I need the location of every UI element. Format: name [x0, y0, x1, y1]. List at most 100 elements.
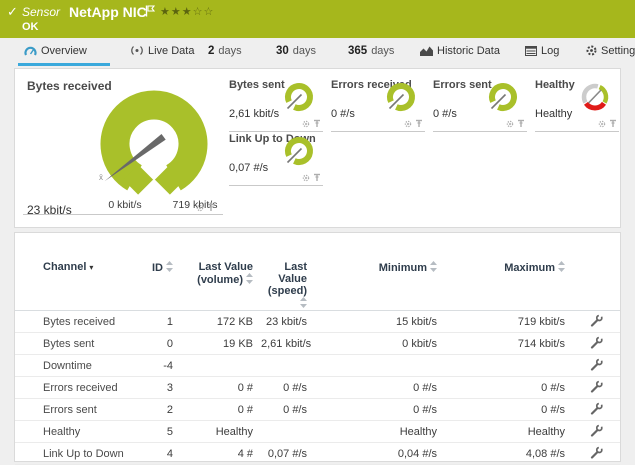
channel-settings-button[interactable] — [573, 443, 620, 465]
gauge-scale-min: 0 kbit/s — [95, 199, 155, 211]
gear-icon[interactable] — [404, 120, 412, 128]
gauge-tile-actions[interactable] — [302, 119, 321, 128]
gauge-value: 0 #/s — [331, 108, 355, 120]
cell-channel: Bytes received — [15, 311, 151, 333]
cell-min: 0,04 #/s — [315, 443, 445, 465]
priority-stars[interactable]: ★★★☆☆ — [160, 5, 214, 18]
channel-settings-icon[interactable] — [590, 380, 603, 393]
flag-icon[interactable] — [145, 4, 155, 22]
tab-live-data[interactable]: Live Data — [130, 38, 194, 63]
channel-settings-button[interactable] — [573, 355, 620, 377]
tab-overview[interactable]: Overview — [18, 38, 110, 66]
channel-settings-button[interactable] — [573, 311, 620, 333]
column-header-channel[interactable]: Channel▾ — [15, 233, 151, 311]
channel-settings-icon[interactable] — [590, 358, 603, 371]
pin-icon[interactable] — [207, 203, 215, 212]
cell-channel: Errors received — [15, 377, 151, 399]
cell-channel: Downtime — [15, 355, 151, 377]
sensor-header: ✓ Sensor NetApp NIC ★★★☆☆ OK — [0, 0, 635, 38]
gauge-tile-actions[interactable] — [598, 119, 617, 128]
pin-icon[interactable] — [313, 119, 321, 128]
pin-icon[interactable] — [415, 119, 423, 128]
column-header-max[interactable]: Maximum — [445, 233, 573, 311]
gear-icon — [586, 45, 597, 56]
sensor-status: OK — [22, 21, 39, 33]
sensor-name: NetApp NIC — [69, 4, 147, 20]
gauge-tile-errors-received[interactable]: Errors received0 #/s — [331, 77, 425, 132]
average-marker-icon: x̄ — [99, 173, 103, 182]
gauge-tile-actions[interactable] — [302, 173, 321, 182]
tab-30-days[interactable]: 30 days — [276, 38, 316, 63]
cell-id: 4 — [151, 443, 181, 465]
tab-365-days[interactable]: 365 days — [348, 38, 394, 63]
cell-volume: 0 # — [181, 377, 261, 399]
gear-icon[interactable] — [506, 120, 514, 128]
gauges-panel: Bytes received x̄ 0 kbit/s 719 kbit/s 23… — [14, 68, 621, 228]
tab-2-days[interactable]: 2 days — [208, 38, 242, 63]
table-row-healthy: Healthy5HealthyHealthyHealthy — [15, 421, 620, 443]
channel-settings-button[interactable] — [573, 377, 620, 399]
gauge-tile-healthy[interactable]: HealthyHealthy — [535, 77, 619, 132]
gauge-tile-errors-sent[interactable]: Errors sent0 #/s — [433, 77, 527, 132]
cell-volume: 19 KB — [181, 333, 261, 355]
tab-label: Log — [541, 45, 559, 57]
ok-check-icon: ✓ — [7, 4, 18, 20]
table-row-bytes-sent: Bytes sent019 KB2,61 kbit/s0 kbit/s714 k… — [15, 333, 620, 355]
pin-icon[interactable] — [609, 119, 617, 128]
channel-settings-icon[interactable] — [590, 424, 603, 437]
table-row-link-up-to-down: Link Up to Down44 #0,07 #/s0,04 #/s4,08 … — [15, 443, 620, 465]
sort-icon — [430, 261, 437, 272]
gauge-tile-bytes-sent[interactable]: Bytes sent2,61 kbit/s — [229, 77, 323, 132]
column-header-id[interactable]: ID — [151, 233, 181, 311]
gauge-dial — [279, 78, 319, 118]
tab-settings[interactable]: Settings — [586, 38, 635, 63]
historic-chart-icon — [420, 46, 433, 56]
tab-label: days — [371, 45, 394, 57]
cell-min: 0 kbit/s — [315, 333, 445, 355]
gauge-dial — [87, 86, 222, 206]
tab-label: Historic Data — [437, 45, 500, 57]
gauge-label: Healthy — [535, 79, 575, 91]
gauge-scale-max: 719 kbit/s — [165, 199, 225, 211]
gear-icon[interactable] — [196, 204, 204, 212]
pin-icon[interactable] — [313, 173, 321, 182]
cell-max: 4,08 #/s — [445, 443, 573, 465]
gauge-value: 23 kbit/s — [27, 203, 72, 217]
cell-speed: 0 #/s — [261, 399, 315, 421]
table-header-row: Channel▾IDLast Value(volume)Last Value(s… — [15, 233, 620, 311]
tab-historic-data[interactable]: Historic Data — [420, 38, 500, 63]
status-gauge-dial — [575, 78, 615, 118]
channel-settings-button[interactable] — [573, 399, 620, 421]
channel-settings-icon[interactable] — [590, 402, 603, 415]
channel-settings-icon[interactable] — [590, 336, 603, 349]
gear-icon[interactable] — [302, 174, 310, 182]
gauge-tile-link-up-to-down[interactable]: Link Up to Down0,07 #/s — [229, 131, 323, 186]
cell-channel: Errors sent — [15, 399, 151, 421]
cell-max: 719 kbit/s — [445, 311, 573, 333]
cell-channel: Bytes sent — [15, 333, 151, 355]
gauge-tile-actions[interactable] — [196, 203, 215, 212]
table-row-bytes-received: Bytes received1172 KB23 kbit/s15 kbit/s7… — [15, 311, 620, 333]
channel-settings-button[interactable] — [573, 333, 620, 355]
cell-min: 15 kbit/s — [315, 311, 445, 333]
column-header-min[interactable]: Minimum — [315, 233, 445, 311]
channel-settings-icon[interactable] — [590, 446, 603, 459]
tab-log[interactable]: Log — [525, 38, 559, 63]
gear-icon[interactable] — [302, 120, 310, 128]
cell-id: 1 — [151, 311, 181, 333]
tab-number: 365 — [348, 45, 367, 57]
channel-settings-button[interactable] — [573, 421, 620, 443]
gauge-tile-actions[interactable] — [506, 119, 525, 128]
gauge-tile-actions[interactable] — [404, 119, 423, 128]
cell-id: 2 — [151, 399, 181, 421]
table-row-errors-sent: Errors sent20 #0 #/s0 #/s0 #/s — [15, 399, 620, 421]
tab-label: days — [293, 45, 316, 57]
channel-settings-icon[interactable] — [590, 314, 603, 327]
gear-icon[interactable] — [598, 120, 606, 128]
cell-id: 5 — [151, 421, 181, 443]
column-header-volume[interactable]: Last Value(volume) — [181, 233, 261, 311]
pin-icon[interactable] — [517, 119, 525, 128]
column-header-speed[interactable]: Last Value(speed) — [261, 233, 315, 311]
cell-volume: Healthy — [181, 421, 261, 443]
gauge-tile-bytes-received[interactable]: Bytes received x̄ 0 kbit/s 719 kbit/s 23… — [23, 77, 223, 215]
